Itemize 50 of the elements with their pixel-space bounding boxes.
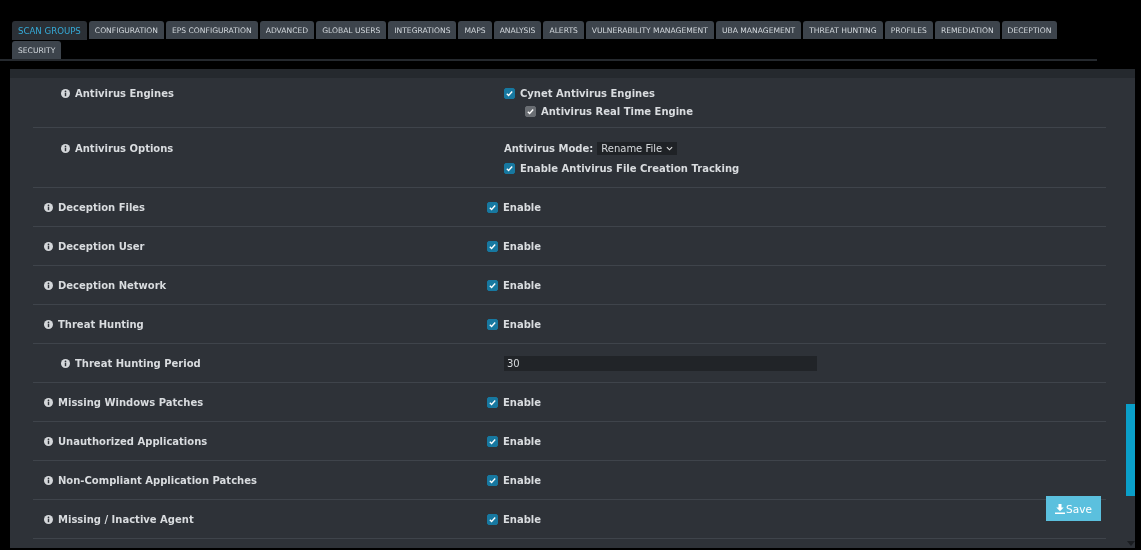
checkbox-label: Enable xyxy=(503,435,542,448)
info-icon xyxy=(44,398,53,407)
setting-label: Deception Files xyxy=(58,201,146,214)
checkbox-label: Enable Antivirus File Creation Tracking xyxy=(520,162,740,175)
checkbox[interactable] xyxy=(487,514,498,525)
setting-label: Non-Compliant Application Patches xyxy=(58,474,257,487)
setting-label: Deception Network xyxy=(58,279,167,292)
info-icon xyxy=(44,476,53,485)
setting-label: Antivirus Options xyxy=(75,142,174,155)
checkbox-label: Antivirus Real Time Engine xyxy=(541,105,693,118)
checkbox[interactable] xyxy=(504,163,515,174)
setting-label: Threat Hunting Period xyxy=(75,357,201,370)
mode-dropdown[interactable]: Rename File xyxy=(597,142,678,155)
checkbox-label: Enable xyxy=(503,201,542,214)
tab[interactable]: SCAN GROUPS xyxy=(12,21,87,40)
checkbox[interactable] xyxy=(487,280,498,291)
checkbox[interactable] xyxy=(487,475,498,486)
setting-label: Missing / Inactive Agent xyxy=(58,513,194,526)
info-icon xyxy=(44,242,53,251)
checkbox[interactable] xyxy=(487,241,498,252)
setting-label: Deception User xyxy=(58,240,145,253)
setting-label: Antivirus Engines xyxy=(75,87,174,100)
scrollbar[interactable] xyxy=(1126,404,1135,496)
period-input[interactable]: 30 xyxy=(504,356,817,371)
checkbox-label: Enable xyxy=(503,513,542,526)
setting-label: Unauthorized Applications xyxy=(58,435,208,448)
info-icon xyxy=(61,359,70,368)
caret-icon xyxy=(666,146,674,151)
checkbox-label: Enable xyxy=(503,396,542,409)
checkbox[interactable] xyxy=(487,397,498,408)
info-icon xyxy=(44,320,53,329)
setting-label: Missing Windows Patches xyxy=(58,396,204,409)
mode-label: Antivirus Mode: xyxy=(504,142,594,155)
checkbox-label: Enable xyxy=(503,279,542,292)
info-icon xyxy=(44,203,53,212)
info-icon xyxy=(44,281,53,290)
download-icon xyxy=(1055,503,1066,514)
checkbox[interactable] xyxy=(487,319,498,330)
checkbox-label: Cynet Antivirus Engines xyxy=(520,87,655,100)
checkbox[interactable] xyxy=(504,88,515,99)
checkbox[interactable] xyxy=(487,436,498,447)
info-icon xyxy=(61,89,70,98)
checkbox-label: Enable xyxy=(503,318,542,331)
info-icon xyxy=(44,515,53,524)
info-icon xyxy=(61,144,70,153)
checkbox-label: Enable xyxy=(503,474,542,487)
checkbox-label: Enable xyxy=(503,240,542,253)
checkbox[interactable] xyxy=(487,202,498,213)
setting-label: Threat Hunting xyxy=(58,318,144,331)
info-icon xyxy=(44,437,53,446)
